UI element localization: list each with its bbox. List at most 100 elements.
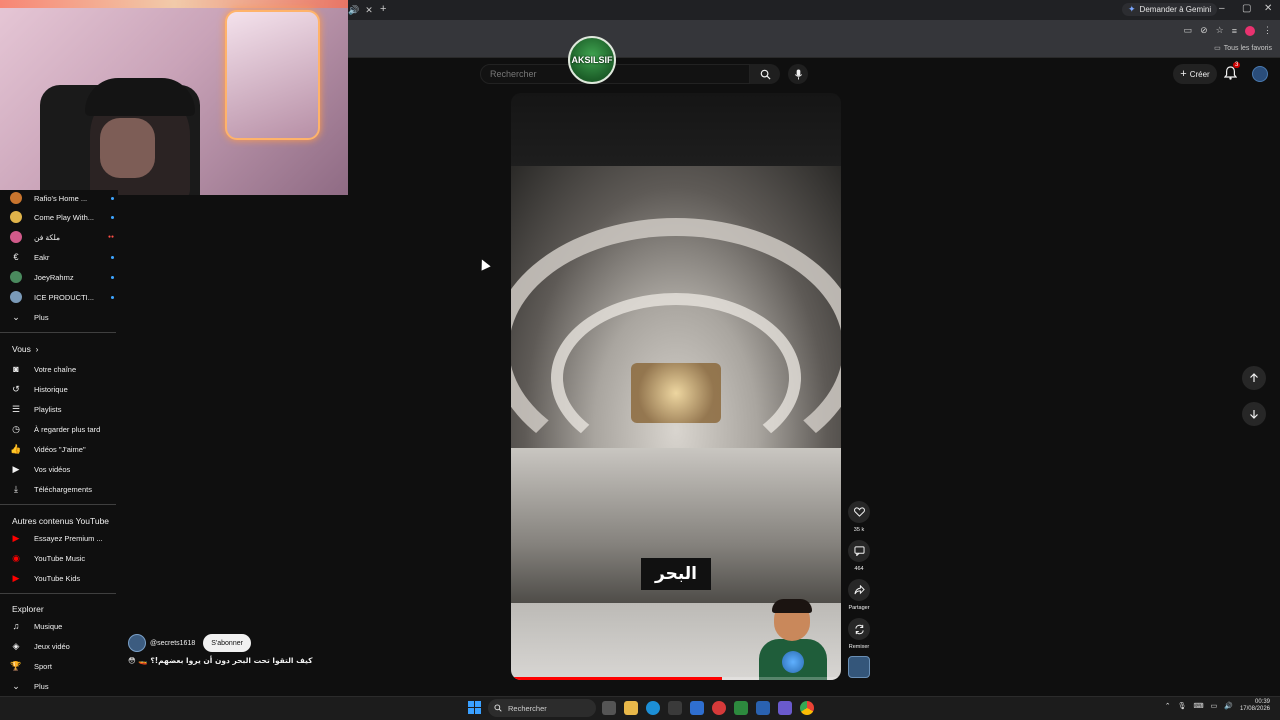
sidebar-item-gaming[interactable]: ◈ Jeux vidéo xyxy=(10,638,114,654)
sidebar-item-youtube-kids[interactable]: ▶ YouTube Kids xyxy=(10,570,114,586)
share-action[interactable]: Partager xyxy=(847,579,871,611)
show-more-subscriptions[interactable]: ⌄ Plus xyxy=(10,309,114,325)
all-favorites[interactable]: ▭ Tous les favoris xyxy=(1214,44,1272,53)
globe-icon xyxy=(782,651,804,673)
extensions-icon[interactable]: ≡ xyxy=(1232,26,1237,36)
presenter-hair xyxy=(772,599,812,613)
comment-action[interactable]: 464 xyxy=(847,540,871,572)
sound-source-avatar[interactable] xyxy=(848,656,870,678)
video-progress-bar[interactable] xyxy=(511,677,841,680)
profile-avatar[interactable] xyxy=(1245,25,1255,36)
like-action[interactable]: 35 k xyxy=(847,501,871,533)
account-avatar[interactable] xyxy=(1252,66,1268,82)
mouse-cursor-icon xyxy=(477,257,491,271)
previous-short-button[interactable] xyxy=(1242,366,1266,390)
download-icon: ⤓ xyxy=(14,483,18,494)
file-explorer-icon[interactable] xyxy=(624,701,638,715)
comment-button[interactable] xyxy=(848,540,870,562)
youtube-music-icon: ◉ xyxy=(12,552,20,563)
microphone-icon[interactable]: 🎙 xyxy=(1178,702,1187,710)
close-window-button[interactable]: ✕ xyxy=(1264,3,1272,14)
maximize-button[interactable]: ▢ xyxy=(1242,3,1251,14)
sidebar-item-history[interactable]: ↺ Historique xyxy=(10,381,114,397)
sidebar-item-playlists[interactable]: ☰ Playlists xyxy=(10,401,114,417)
trophy-icon: 🏆 xyxy=(10,660,22,671)
channel-avatar[interactable] xyxy=(128,634,146,652)
show-more-explore[interactable]: ⌄ Plus xyxy=(10,678,114,694)
euro-channel-icon: € xyxy=(13,252,19,262)
chevron-up-icon[interactable]: ⌃ xyxy=(1165,702,1171,710)
subscription-item[interactable]: Rafio's Home ... xyxy=(10,190,114,206)
network-icon[interactable]: ▭ xyxy=(1211,702,1218,710)
like-button[interactable] xyxy=(848,501,870,523)
app-icon[interactable] xyxy=(756,701,770,715)
bookmark-star-icon[interactable]: ☆ xyxy=(1216,25,1224,36)
subscription-item[interactable]: Come Play With... xyxy=(10,209,114,225)
sidebar-item-your-channel[interactable]: ◙ Votre chaîne xyxy=(10,361,114,377)
channel-avatar xyxy=(10,211,22,223)
notification-badge: 3 xyxy=(1233,62,1241,68)
sidebar-item-premium[interactable]: ▶ Essayez Premium ... xyxy=(10,530,114,546)
sidebar-item-sport[interactable]: 🏆 Sport xyxy=(10,658,114,674)
tracking-icon[interactable]: ⊘ xyxy=(1200,25,1208,36)
windows-start-icon[interactable] xyxy=(468,701,481,714)
app-icon[interactable] xyxy=(690,701,704,715)
create-button[interactable]: + Créer xyxy=(1173,64,1217,84)
search-icon xyxy=(760,69,771,80)
clock[interactable]: 00:39 17/08/2026 xyxy=(1240,699,1270,712)
arrow-down-icon xyxy=(1250,410,1258,419)
video-icon: ▶ xyxy=(12,463,20,474)
cast-icon[interactable]: ▭ xyxy=(1184,25,1193,36)
you-section-header[interactable]: Vous › xyxy=(12,344,38,354)
sidebar-item-music[interactable]: ♫ Musique xyxy=(10,618,114,634)
browser-tab[interactable]: 🔊 ✕ xyxy=(348,3,373,17)
menu-icon[interactable]: ⋮ xyxy=(1263,25,1272,36)
search-input[interactable]: Rechercher xyxy=(480,64,750,84)
subscription-item[interactable]: ملكة فن ●● xyxy=(10,229,114,245)
taskbar-search[interactable]: Rechercher xyxy=(488,699,596,717)
app-icon[interactable] xyxy=(734,701,748,715)
sidebar-item-youtube-music[interactable]: ◉ YouTube Music xyxy=(10,550,114,566)
search-icon xyxy=(494,704,502,712)
sidebar-item-watch-later[interactable]: ◷ À regarder plus tard xyxy=(10,421,114,437)
volume-icon[interactable]: 🔊 xyxy=(1224,702,1233,710)
sidebar-item-your-videos[interactable]: ▶ Vos vidéos xyxy=(10,461,114,477)
gemini-button[interactable]: ✦ Demander à Gemini xyxy=(1122,3,1218,16)
audio-icon[interactable]: 🔊 xyxy=(348,5,359,16)
subscription-item[interactable]: JoeyRahmz xyxy=(10,269,114,285)
voice-search-button[interactable] xyxy=(788,64,808,84)
notifications-button[interactable]: 3 xyxy=(1223,62,1241,82)
short-video-player[interactable]: البحر xyxy=(511,93,841,680)
edge-browser-icon[interactable] xyxy=(646,701,660,715)
sidebar-item-liked-videos[interactable]: 👍 Vidéos "J'aime" xyxy=(10,441,114,457)
app-icon[interactable] xyxy=(668,701,682,715)
next-short-button[interactable] xyxy=(1242,402,1266,426)
discord-icon[interactable] xyxy=(778,701,792,715)
chevron-right-icon: › xyxy=(33,344,39,354)
task-view-icon[interactable] xyxy=(602,701,616,715)
share-button[interactable] xyxy=(848,579,870,601)
sound-source-action[interactable] xyxy=(847,656,871,678)
short-title[interactable]: 😳 🚤 كيف التقوا تحت البحر دون أن يروا بعض… xyxy=(128,656,312,665)
folder-icon: ▭ xyxy=(1214,45,1221,52)
subscription-item[interactable]: € Eakr xyxy=(10,249,114,265)
app-icon[interactable] xyxy=(712,701,726,715)
chrome-icon[interactable] xyxy=(800,701,814,715)
channel-avatar xyxy=(10,291,22,303)
tab-close-icon[interactable]: ✕ xyxy=(365,5,373,16)
sidebar-item-downloads[interactable]: ⤓ Téléchargements xyxy=(10,481,114,497)
system-tray: ⌃ 🎙 ⌨ ▭ 🔊 00:39 17/08/2026 xyxy=(1165,699,1270,712)
minimize-button[interactable]: – xyxy=(1219,3,1225,14)
channel-handle[interactable]: @secrets1618 xyxy=(150,640,195,647)
remix-action[interactable]: Remixer xyxy=(847,618,871,650)
search-button[interactable] xyxy=(750,64,780,84)
keyboard-icon[interactable]: ⌨ xyxy=(1194,702,1204,710)
remix-button[interactable] xyxy=(848,618,870,640)
subscribe-button[interactable]: S'abonner xyxy=(203,634,251,652)
comment-icon xyxy=(853,546,865,556)
new-content-dot xyxy=(111,215,114,219)
new-tab-button[interactable]: + xyxy=(380,3,386,15)
subscription-item[interactable]: ICE PRODUCTI... xyxy=(10,289,114,305)
explore-section-header: Explorer xyxy=(12,604,44,614)
music-icon: ♫ xyxy=(12,621,20,631)
